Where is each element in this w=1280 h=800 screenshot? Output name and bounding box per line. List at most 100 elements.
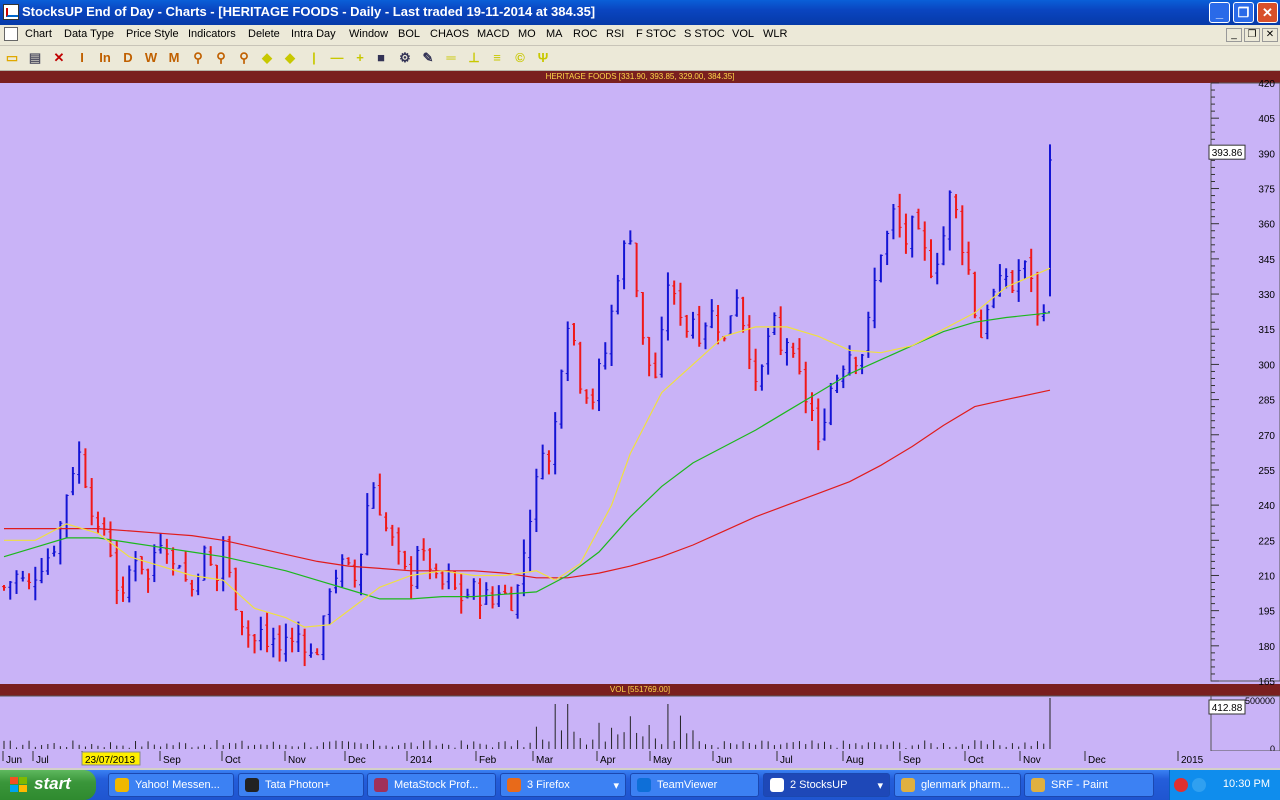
scroll-left-icon[interactable]: ◆: [259, 50, 275, 66]
antivirus-tray-icon[interactable]: [1174, 778, 1188, 792]
network-tray-icon[interactable]: [1192, 778, 1206, 792]
taskbar-item[interactable]: glenmark pharm...: [894, 773, 1021, 797]
menu-wlr[interactable]: WLR: [763, 28, 787, 40]
y-tick-label: 420: [1258, 79, 1275, 90]
weekly-icon[interactable]: W: [143, 50, 159, 66]
y-tick-label: 330: [1258, 290, 1275, 301]
taskbar-app-icon: [637, 778, 651, 792]
taskbar-item[interactable]: 3 Firefox ▾: [500, 773, 626, 797]
menu-chart[interactable]: Chart: [25, 28, 52, 40]
ma-short-line: [4, 267, 1051, 628]
x-tick-label: Jul: [780, 755, 793, 766]
start-button[interactable]: start: [0, 770, 96, 800]
daily-icon[interactable]: D: [120, 50, 136, 66]
y-tick-label: 270: [1258, 431, 1275, 442]
y-tick-label: 240: [1258, 501, 1275, 512]
menu-delete[interactable]: Delete: [248, 28, 280, 40]
y-tick-label: 375: [1258, 185, 1275, 196]
menu-bar: Chart Data Type Price Style Indicators D…: [0, 25, 1280, 46]
menu-rsi[interactable]: RSI: [606, 28, 624, 40]
fibonacci-icon[interactable]: ≡: [489, 50, 505, 66]
taskbar-item[interactable]: TeamViewer: [630, 773, 759, 797]
menu-bol[interactable]: BOL: [398, 28, 420, 40]
y-tick-label: 315: [1258, 325, 1275, 336]
y-tick-label: 255: [1258, 466, 1275, 477]
fork-icon[interactable]: Ψ: [535, 50, 551, 66]
x-tick-label: Jul: [36, 755, 49, 766]
menu-price-style[interactable]: Price Style: [126, 28, 179, 40]
menu-roc[interactable]: ROC: [573, 28, 597, 40]
x-tick-label: Sep: [903, 755, 921, 766]
menu-ma[interactable]: MA: [546, 28, 563, 40]
taskbar-item-label: Yahoo! Messen...: [135, 779, 220, 791]
x-tick-label: Apr: [600, 755, 616, 766]
x-tick-label: Mar: [536, 755, 554, 766]
menu-data-type[interactable]: Data Type: [64, 28, 114, 40]
horizontal-line-icon[interactable]: —: [329, 50, 345, 66]
taskbar-item[interactable]: SRF - Paint: [1024, 773, 1154, 797]
restore-button[interactable]: ❐: [1233, 2, 1254, 23]
taskbar-app-icon: [115, 778, 129, 792]
crosshair-icon[interactable]: +: [352, 50, 368, 66]
cycle-icon[interactable]: ©: [512, 50, 528, 66]
monthly-icon[interactable]: M: [166, 50, 182, 66]
document-icon[interactable]: [4, 27, 18, 41]
menu-indicators[interactable]: Indicators: [188, 28, 236, 40]
y-tick-label: 285: [1258, 396, 1275, 407]
taskbar-item[interactable]: 2 StocksUP ▾: [763, 773, 890, 797]
y-tick-label: 300: [1258, 360, 1275, 371]
taskbar-app-icon: [507, 778, 521, 792]
stock-chart[interactable]: 420 405 390 375 360 345 330 315 300 285 270 255 240 2…: [0, 71, 1280, 768]
taskbar-item[interactable]: Tata Photon+: [238, 773, 364, 797]
menu-chaos[interactable]: CHAOS: [430, 28, 469, 40]
menu-window[interactable]: Window: [349, 28, 388, 40]
minimize-button[interactable]: _: [1209, 2, 1230, 23]
taskbar-item-label: 3 Firefox: [527, 779, 570, 791]
taskbar-item-label: Tata Photon+: [265, 779, 331, 791]
taskbar-item-label: TeamViewer: [657, 779, 718, 791]
support-line-icon[interactable]: ⊥: [466, 50, 482, 66]
menu-intra-day[interactable]: Intra Day: [291, 28, 336, 40]
y-tick-label: 210: [1258, 571, 1275, 582]
menu-vol[interactable]: VOL: [732, 28, 754, 40]
clock: 10:30 PM: [1222, 778, 1270, 790]
settings-wheel-icon[interactable]: ⚙: [397, 50, 413, 66]
mdi-restore-button[interactable]: ❐: [1244, 28, 1260, 42]
y-tick-label: 390: [1258, 149, 1275, 160]
x-tick-label: 2014: [410, 755, 433, 766]
app-icon[interactable]: [3, 4, 19, 20]
zoom-in-icon[interactable]: ⚲: [190, 50, 206, 66]
parallel-lines-icon[interactable]: ═: [443, 50, 459, 66]
indicator-i-icon[interactable]: I: [74, 50, 90, 66]
menu-s-stoc[interactable]: S STOC: [684, 28, 725, 40]
close-button[interactable]: ✕: [1257, 2, 1278, 23]
zoom-out-icon[interactable]: ⚲: [213, 50, 229, 66]
scroll-right-icon[interactable]: ◆: [282, 50, 298, 66]
screen-icon[interactable]: ■: [373, 50, 389, 66]
zoom-box-icon[interactable]: ⚲: [236, 50, 252, 66]
vertical-line-icon[interactable]: |: [306, 50, 322, 66]
y-tick-label: 180: [1258, 642, 1275, 653]
x-tick-label: Dec: [348, 755, 366, 766]
new-document-icon[interactable]: ▤: [27, 50, 43, 66]
taskbar-app-icon: [245, 778, 259, 792]
y-tick-label: 195: [1258, 607, 1275, 618]
delete-icon[interactable]: ✕: [51, 50, 67, 66]
pencil-icon[interactable]: ✎: [420, 50, 436, 66]
x-tick-label: Dec: [1088, 755, 1106, 766]
mdi-minimize-button[interactable]: _: [1226, 28, 1242, 42]
chart-window[interactable]: HERITAGE FOODS [331.90, 393.85, 329.00, …: [0, 71, 1280, 768]
taskbar-item-label: 2 StocksUP: [790, 779, 848, 791]
menu-mo[interactable]: MO: [518, 28, 536, 40]
indicator-in-icon[interactable]: In: [97, 50, 113, 66]
y-tick-label: 165: [1258, 677, 1275, 688]
x-tick-label: Feb: [479, 755, 497, 766]
menu-f-stoc[interactable]: F STOC: [636, 28, 676, 40]
menu-macd[interactable]: MACD: [477, 28, 509, 40]
last-price-marker-label: 393.86: [1212, 148, 1243, 159]
y-tick-label: 225: [1258, 536, 1275, 547]
taskbar-item[interactable]: MetaStock Prof...: [367, 773, 496, 797]
mdi-close-button[interactable]: ✕: [1262, 28, 1278, 42]
taskbar-item[interactable]: Yahoo! Messen...: [108, 773, 234, 797]
open-folder-icon[interactable]: ▭: [4, 50, 20, 66]
